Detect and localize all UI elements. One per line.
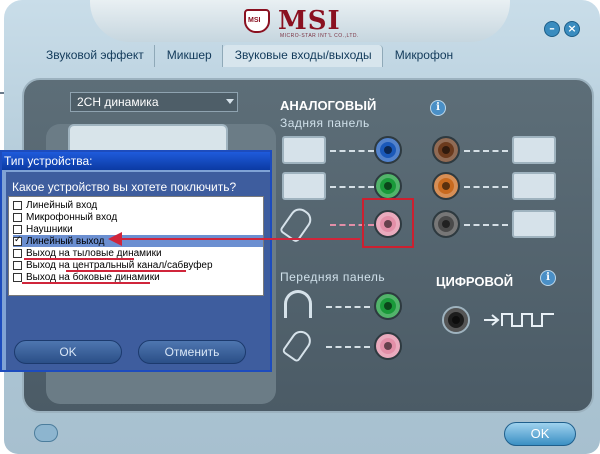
option-label: Выход на боковые динамики [26, 271, 160, 283]
rear-jack-orange[interactable] [432, 172, 460, 200]
rear-jack-green[interactable] [374, 172, 402, 200]
connection-line [330, 150, 374, 152]
connection-line [326, 306, 370, 308]
device-type-dialog: Тип устройства: Какое устройство вы хоте… [0, 150, 272, 372]
connection-line [464, 150, 508, 152]
checkbox[interactable] [13, 260, 22, 270]
checkbox[interactable] [13, 200, 22, 210]
tab-mixer[interactable]: Микшер [155, 45, 223, 67]
annotation-underline [66, 270, 186, 272]
option-label: Линейный вход [26, 199, 98, 211]
dialog-title: Тип устройства: [2, 152, 270, 170]
speaker-config-select[interactable]: 2CH динамика [70, 92, 238, 112]
highlight-box [362, 198, 414, 248]
ok-button[interactable]: OK [504, 422, 576, 446]
digital-title: ЦИФРОВОЙ [436, 274, 514, 289]
checkbox[interactable] [13, 212, 22, 222]
rear-jack-brown[interactable] [432, 136, 460, 164]
checkbox[interactable] [13, 224, 22, 234]
connection-line [330, 186, 374, 188]
annotation-arrow [120, 238, 360, 240]
speaker-output-icon [282, 136, 326, 164]
chevron-down-icon [226, 99, 234, 104]
microphone-icon [281, 326, 315, 364]
tab-bar: Звуковой эффект Микшер Звуковые входы/вы… [34, 45, 484, 69]
minimize-icon[interactable]: – [544, 21, 560, 37]
option-line-in[interactable]: Линейный вход [13, 199, 97, 211]
analog-title: АНАЛОГОВЫЙ [280, 98, 377, 113]
info-button[interactable] [34, 424, 58, 442]
rear-panel-label: Задняя панель [280, 116, 370, 130]
option-label: Микрофонный вход [26, 211, 118, 223]
speaker-config-value: 2CH динамика [77, 95, 159, 109]
close-icon[interactable]: × [564, 21, 580, 37]
speaker-c-sub-icon [512, 172, 556, 200]
dialog-cancel-button[interactable]: Отменить [138, 340, 246, 364]
annotation-underline [22, 282, 150, 284]
device-option-list: Линейный вход Микрофонный вход Наушники … [8, 196, 264, 296]
front-jack-green[interactable] [374, 292, 402, 320]
info-icon[interactable]: i [540, 270, 556, 286]
connection-line [464, 224, 508, 226]
tab-microphone[interactable]: Микрофон [383, 45, 463, 67]
logo-text: MSI [278, 6, 341, 36]
option-mic-in[interactable]: Микрофонный вход [13, 211, 117, 223]
option-label: Наушники [26, 223, 73, 235]
annotation-underline [24, 258, 134, 260]
option-label: Линейный выход [26, 235, 105, 247]
front-jack-pink[interactable] [374, 332, 402, 360]
speaker-lr-icon [282, 172, 326, 200]
option-headphones[interactable]: Наушники [13, 223, 73, 235]
rear-jack-blue[interactable] [374, 136, 402, 164]
dialog-question: Какое устройство вы хотете поключить? [12, 180, 237, 194]
headphones-icon [284, 290, 312, 318]
checkbox[interactable] [13, 272, 22, 282]
front-panel-label: Передняя панель [280, 270, 386, 284]
connection-line [326, 346, 370, 348]
speaker-ls-rs-icon [512, 210, 556, 238]
dialog-ok-button[interactable]: OK [14, 340, 122, 364]
msi-shield-icon [244, 9, 270, 33]
digital-signal-icon [484, 313, 554, 327]
speaker-lb-rb-icon [512, 136, 556, 164]
info-icon[interactable]: i [430, 100, 446, 116]
connection-line [464, 186, 508, 188]
spdif-jack[interactable] [442, 306, 470, 334]
option-label: Выход на тыловые динамики [26, 247, 162, 259]
annotation-arrow-head [108, 232, 122, 246]
checkbox-checked[interactable] [13, 235, 22, 246]
checkbox[interactable] [13, 248, 22, 258]
option-label: Выход на центральный канал/сабвуфер [26, 259, 213, 271]
tab-audio-io[interactable]: Звуковые входы/выходы [222, 45, 383, 67]
logo-subtitle: MICRO-STAR INT'L CO.,LTD. [280, 33, 359, 39]
rear-jack-gray[interactable] [432, 210, 460, 238]
option-line-out[interactable]: Линейный выход [13, 235, 263, 247]
tab-sound-effect[interactable]: Звуковой эффект [34, 45, 155, 67]
